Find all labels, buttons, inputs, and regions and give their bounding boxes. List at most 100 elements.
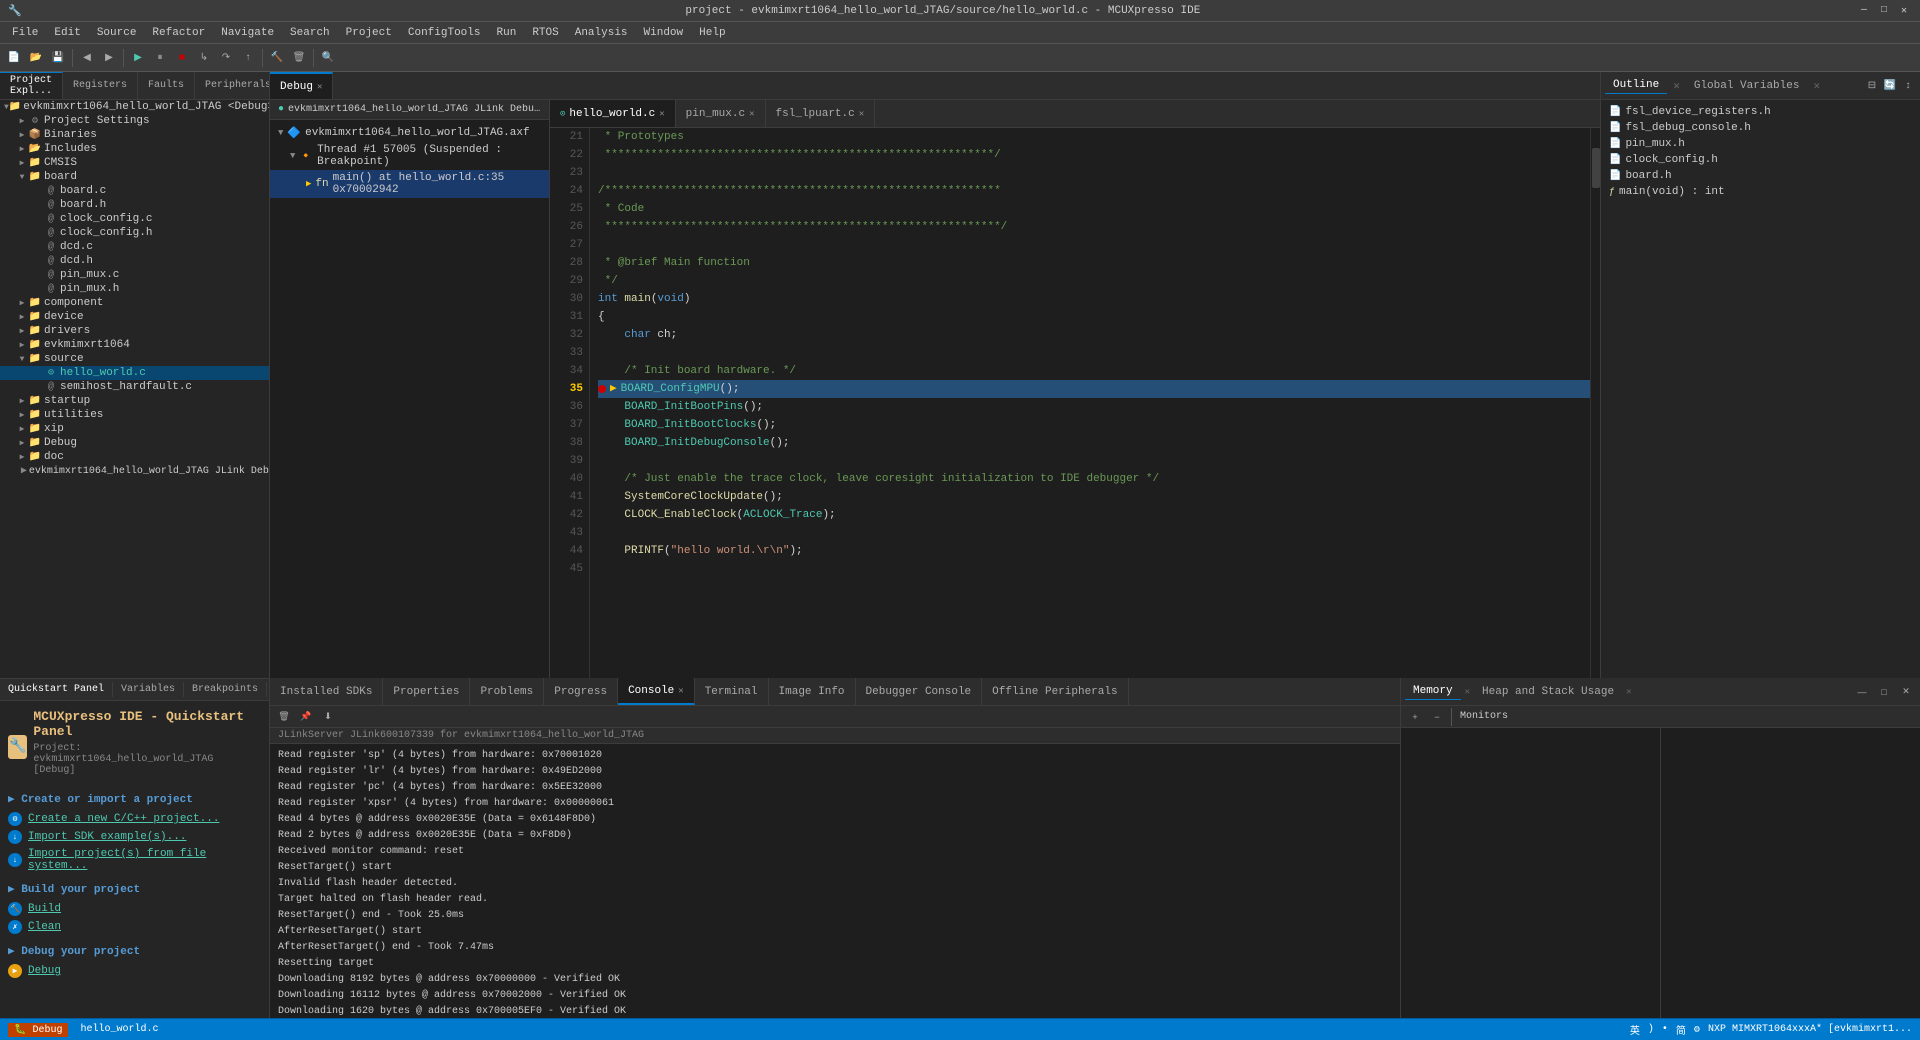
hello-tab-close[interactable]: ✕ (659, 109, 664, 119)
create-project-label[interactable]: Create a new C/C++ project... (28, 813, 219, 825)
scrollbar-thumb[interactable] (1592, 148, 1600, 188)
qs-tab-variables[interactable]: Variables (113, 682, 184, 697)
qs-debug[interactable]: ▶ Debug (8, 962, 261, 980)
menu-analysis[interactable]: Analysis (567, 25, 636, 41)
ctab-console-close[interactable]: ✕ (678, 686, 683, 696)
debug-item-axf[interactable]: ▼ 🔷 evkmimxrt1064_hello_world_JTAG.axf (270, 124, 549, 142)
ctab-terminal[interactable]: Terminal (695, 678, 769, 705)
ctab-problems[interactable]: Problems (470, 678, 544, 705)
tab-peripherals[interactable]: Peripherals+ (195, 72, 270, 99)
tree-board[interactable]: ▼ 📁 board (0, 170, 269, 184)
tree-semihost[interactable]: ▶ @ semihost_hardfault.c (0, 380, 269, 394)
tab-global-vars[interactable]: Global Variables (1686, 78, 1808, 94)
ctab-console[interactable]: Console ✕ (618, 678, 695, 705)
menu-run[interactable]: Run (489, 25, 525, 41)
qs-section-create[interactable]: ▶ Create or import a project (8, 792, 261, 806)
outline-pin-mux[interactable]: 📄 pin_mux.h (1605, 136, 1916, 152)
maximize-button[interactable]: □ (1876, 3, 1892, 19)
clean-label[interactable]: Clean (28, 921, 61, 933)
qs-import-sdk[interactable]: ↓ Import SDK example(s)... (8, 828, 261, 846)
menu-project[interactable]: Project (338, 25, 400, 41)
tab-faults[interactable]: Faults (138, 72, 195, 99)
menu-source[interactable]: Source (89, 25, 145, 41)
tree-clock-config-c[interactable]: ▶ @ clock_config.c (0, 212, 269, 226)
mem-remove[interactable]: − (1427, 707, 1447, 727)
ctab-properties[interactable]: Properties (383, 678, 470, 705)
tb-stop[interactable]: ■ (172, 48, 192, 68)
tree-project-settings[interactable]: ▶ ⚙ Project Settings (0, 114, 269, 128)
tb-save[interactable]: 💾 (48, 48, 68, 68)
tree-includes[interactable]: ▶ 📂 Includes (0, 142, 269, 156)
debug-label[interactable]: Debug (28, 965, 61, 977)
tab-outline[interactable]: Outline (1605, 77, 1667, 94)
tree-component[interactable]: ▶ 📁 component (0, 296, 269, 310)
menu-navigate[interactable]: Navigate (213, 25, 282, 41)
editor-tab-fsl[interactable]: fsl_lpuart.c ✕ (766, 100, 876, 127)
qs-import-project[interactable]: ↓ Import project(s) from file system... (8, 846, 261, 874)
tree-cmsis[interactable]: ▶ 📁 CMSIS (0, 156, 269, 170)
tb-back[interactable]: ◀ (77, 48, 97, 68)
mem-maximize[interactable]: □ (1874, 682, 1894, 702)
debug-item-main[interactable]: ▶ fn main() at hello_world.c:35 0x700029… (270, 170, 549, 198)
import-sdk-label[interactable]: Import SDK example(s)... (28, 831, 186, 843)
outline-collapse[interactable]: ⊟ (1864, 78, 1880, 94)
tb-search[interactable]: 🔍 (318, 48, 338, 68)
tree-evkmimxrt1064[interactable]: ▶ 📁 evkmimxrt1064 (0, 338, 269, 352)
mem-tab-heap[interactable]: Heap and Stack Usage (1474, 684, 1622, 700)
minimize-button[interactable]: — (1856, 3, 1872, 19)
console-pin[interactable]: 📌 (296, 707, 316, 727)
mem-tab-close1[interactable]: ✕ (1465, 687, 1470, 697)
outline-fsl-debug[interactable]: 📄 fsl_debug_console.h (1605, 120, 1916, 136)
editor-scrollbar[interactable] (1590, 128, 1600, 678)
editor-tab-hello[interactable]: ⊙ hello_world.c ✕ (550, 100, 676, 127)
tb-build[interactable]: 🔨 (267, 48, 287, 68)
tree-source[interactable]: ▼ 📁 source (0, 352, 269, 366)
tree-board-c[interactable]: ▶ @ board.c (0, 184, 269, 198)
debug-item-thread[interactable]: ▼ 🔸 Thread #1 57005 (Suspended : Breakpo… (270, 142, 549, 170)
qs-section-debug[interactable]: ▶ Debug your project (8, 944, 261, 958)
fsl-tab-close[interactable]: ✕ (859, 109, 864, 119)
code-content[interactable]: * Prototypes ***************************… (590, 128, 1590, 678)
tree-debug-folder[interactable]: ▶ 📁 Debug (0, 436, 269, 450)
ctab-debugger-console[interactable]: Debugger Console (856, 678, 983, 705)
tree-doc[interactable]: ▶ 📁 doc (0, 450, 269, 464)
tree-clock-config-h[interactable]: ▶ @ clock_config.h (0, 226, 269, 240)
tree-pin-mux-h[interactable]: ▶ @ pin_mux.h (0, 282, 269, 296)
debug-tab[interactable]: Debug ✕ (270, 72, 333, 99)
outline-sync[interactable]: 🔄 (1882, 78, 1898, 94)
close-button[interactable]: ✕ (1896, 3, 1912, 19)
outline-main-func[interactable]: ƒ main(void) : int (1605, 184, 1916, 200)
ctab-installed-sdks[interactable]: Installed SDKs (270, 678, 383, 705)
build-label[interactable]: Build (28, 903, 61, 915)
menu-help[interactable]: Help (691, 25, 733, 41)
tb-pause[interactable]: ⏸ (150, 48, 170, 68)
mem-add[interactable]: + (1405, 707, 1425, 727)
menu-search[interactable]: Search (282, 25, 338, 41)
tree-utilities[interactable]: ▶ 📁 utilities (0, 408, 269, 422)
qs-create-project[interactable]: ⚙ Create a new C/C++ project... (8, 810, 261, 828)
tb-step-over[interactable]: ↷ (216, 48, 236, 68)
pin-tab-close[interactable]: ✕ (749, 109, 754, 119)
tb-step-out[interactable]: ↑ (238, 48, 258, 68)
qs-build[interactable]: 🔨 Build (8, 900, 261, 918)
outline-board-h[interactable]: 📄 board.h (1605, 168, 1916, 184)
tree-startup[interactable]: ▶ 📁 startup (0, 394, 269, 408)
tb-new[interactable]: 📄 (4, 48, 24, 68)
tb-forward[interactable]: ▶ (99, 48, 119, 68)
tb-open[interactable]: 📂 (26, 48, 46, 68)
outline-clock-config[interactable]: 📄 clock_config.h (1605, 152, 1916, 168)
menu-rtos[interactable]: RTOS (524, 25, 566, 41)
menu-refactor[interactable]: Refactor (144, 25, 213, 41)
tb-step-in[interactable]: ↳ (194, 48, 214, 68)
tree-device[interactable]: ▶ 📁 device (0, 310, 269, 324)
tab-project-explorer[interactable]: Project Expl... (0, 72, 63, 99)
menu-configtools[interactable]: ConfigTools (400, 25, 489, 41)
tree-drivers[interactable]: ▶ 📁 drivers (0, 324, 269, 338)
tree-hello-world-c[interactable]: ▶ ⊙ hello_world.c (0, 366, 269, 380)
console-content[interactable]: Read register 'sp' (4 bytes) from hardwa… (270, 744, 1400, 1018)
tree-root[interactable]: ▼ 📁 evkmimxrt1064_hello_world_JTAG <Debu… (0, 100, 269, 114)
editor-tab-pin[interactable]: pin_mux.c ✕ (676, 100, 766, 127)
qs-tab-breakpoints[interactable]: Breakpoints (184, 682, 267, 697)
import-project-label[interactable]: Import project(s) from file system... (28, 848, 261, 872)
tree-xip[interactable]: ▶ 📁 xip (0, 422, 269, 436)
